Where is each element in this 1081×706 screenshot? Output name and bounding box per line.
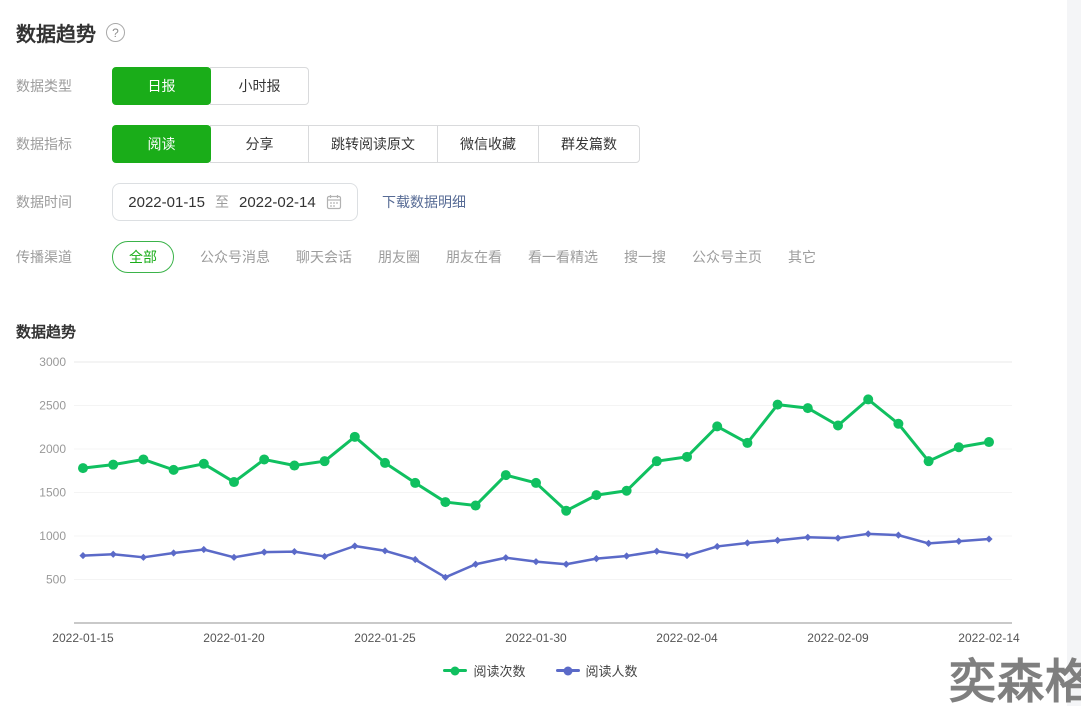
date-end: 2022-02-14 xyxy=(239,193,316,211)
page-title: 数据趋势 xyxy=(16,24,96,46)
date-separator: 至 xyxy=(215,194,229,210)
svg-text:500: 500 xyxy=(46,573,66,587)
data-type-segmented-control: 日报 小时报 xyxy=(112,67,309,105)
channel-top-stories[interactable]: 看一看精选 xyxy=(528,247,598,267)
channel-official-account-message[interactable]: 公众号消息 xyxy=(200,247,270,267)
svg-text:2022-01-20: 2022-01-20 xyxy=(203,631,265,645)
channel-filter-list: 全部 公众号消息 聊天会话 朋友圈 朋友在看 看一看精选 搜一搜 公众号主页 其… xyxy=(112,241,816,273)
data-type-row: 数据类型 日报 小时报 xyxy=(0,67,1081,105)
tab-daily-report[interactable]: 日报 xyxy=(112,67,211,105)
download-data-link[interactable]: 下载数据明细 xyxy=(382,192,466,212)
legend-label-read-count: 阅读次数 xyxy=(473,664,526,679)
legend-green-marker-icon xyxy=(443,669,468,672)
legend-blue-marker-icon xyxy=(555,669,580,672)
svg-text:2000: 2000 xyxy=(39,442,66,456)
date-start: 2022-01-15 xyxy=(128,193,205,211)
tab-shares[interactable]: 分享 xyxy=(210,125,309,163)
tab-original-link-jumps[interactable]: 跳转阅读原文 xyxy=(308,125,438,163)
svg-text:1000: 1000 xyxy=(39,529,66,543)
channel-search[interactable]: 搜一搜 xyxy=(624,247,666,267)
channel-chat-session[interactable]: 聊天会话 xyxy=(296,247,352,267)
tab-reads[interactable]: 阅读 xyxy=(112,125,211,163)
date-range-picker[interactable]: 2022-01-15 至 2022-02-14 xyxy=(112,183,358,221)
channel-account-homepage[interactable]: 公众号主页 xyxy=(692,247,762,267)
legend-item-read-count[interactable]: 阅读次数 xyxy=(443,661,526,680)
data-time-row: 数据时间 2022-01-15 至 2022-02-14 下载数据明细 xyxy=(0,183,1081,221)
channel-all[interactable]: 全部 xyxy=(112,241,174,273)
data-metric-row: 数据指标 阅读 分享 跳转阅读原文 微信收藏 群发篇数 xyxy=(0,125,1081,163)
calendar-icon xyxy=(326,194,342,210)
svg-text:1500: 1500 xyxy=(39,486,66,500)
tab-mass-send-articles[interactable]: 群发篇数 xyxy=(538,125,640,163)
page-header: 数据趋势 ? xyxy=(0,0,1081,47)
svg-text:3000: 3000 xyxy=(39,355,66,369)
svg-text:2022-01-30: 2022-01-30 xyxy=(505,631,567,645)
chart-section-title: 数据趋势 xyxy=(16,324,77,341)
channel-other[interactable]: 其它 xyxy=(788,247,816,267)
svg-text:2022-02-09: 2022-02-09 xyxy=(807,631,869,645)
svg-text:2022-01-25: 2022-01-25 xyxy=(354,631,416,645)
watermark-text: 奕森格 xyxy=(949,655,1081,706)
data-metric-segmented-control: 阅读 分享 跳转阅读原文 微信收藏 群发篇数 xyxy=(112,125,640,163)
trend-chart-canvas: 500 1000 1500 2000 2500 3000 2022-01-15 2022-01… xyxy=(39,355,1020,645)
svg-text:2022-01-15: 2022-01-15 xyxy=(52,631,114,645)
svg-text:2022-02-04: 2022-02-04 xyxy=(656,631,718,645)
help-icon[interactable]: ? xyxy=(106,23,125,42)
legend-item-reader-count[interactable]: 阅读人数 xyxy=(555,661,638,680)
svg-text:2500: 2500 xyxy=(39,399,66,413)
trend-chart: 500 1000 1500 2000 2500 3000 2022-01-15 2022-01… xyxy=(0,348,1081,653)
chart-legend: 阅读次数 阅读人数 xyxy=(0,661,1081,680)
page-right-gutter xyxy=(1067,0,1081,706)
channel-row: 传播渠道 全部 公众号消息 聊天会话 朋友圈 朋友在看 看一看精选 搜一搜 公众… xyxy=(0,241,1081,273)
legend-label-reader-count: 阅读人数 xyxy=(585,664,638,679)
channel-friends-reading[interactable]: 朋友在看 xyxy=(446,247,502,267)
channel-moments[interactable]: 朋友圈 xyxy=(378,247,420,267)
tab-wechat-favorites[interactable]: 微信收藏 xyxy=(437,125,539,163)
data-time-label: 数据时间 xyxy=(16,194,72,210)
data-type-label: 数据类型 xyxy=(16,78,72,94)
tab-hourly-report[interactable]: 小时报 xyxy=(210,67,309,105)
data-metric-label: 数据指标 xyxy=(16,136,72,152)
channel-label: 传播渠道 xyxy=(16,249,72,265)
